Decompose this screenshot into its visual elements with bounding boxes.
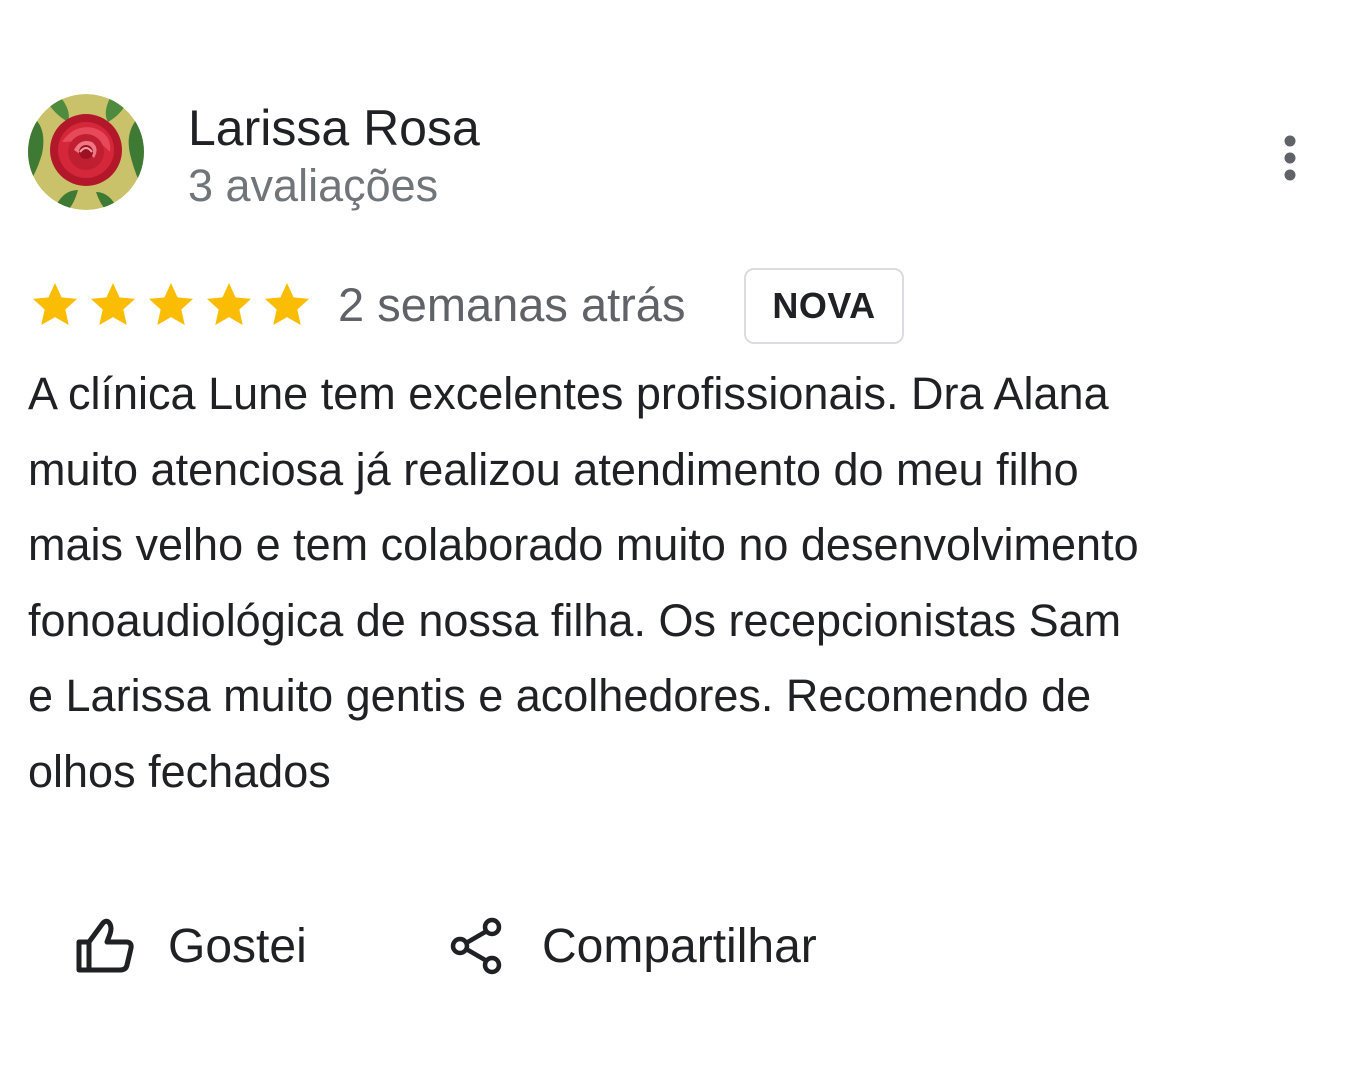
star-icon	[264, 282, 310, 326]
star-rating	[28, 278, 314, 332]
review-text-line: olhos fechados	[28, 745, 331, 797]
share-button[interactable]: Compartilhar	[448, 904, 817, 988]
more-vertical-icon	[1284, 135, 1296, 181]
like-label: Gostei	[168, 919, 307, 973]
review-date: 2 semanas atrás	[338, 278, 686, 331]
star-icon	[32, 282, 78, 326]
review-text-line: fonoaudiológica de nossa filha. Os recep…	[28, 594, 1122, 646]
review-text-line: muito atenciosa já realizou atendimento …	[28, 443, 1079, 495]
author-name[interactable]: Larissa Rosa	[188, 98, 480, 158]
thumbs-up-icon	[76, 918, 134, 973]
review-text: A clínica Lune tem excelentes profission…	[28, 356, 1328, 810]
review-text-line: e Larissa muito gentis e acolhedores. Re…	[28, 670, 1092, 722]
share-icon	[450, 917, 502, 975]
review-text-line: A clínica Lune tem excelentes profission…	[28, 368, 1109, 419]
rose-avatar-icon	[28, 94, 144, 210]
star-icon	[90, 282, 136, 326]
like-button[interactable]: Gostei	[74, 904, 307, 988]
author-review-count: 3 avaliações	[188, 160, 439, 211]
review-text-line: mais velho e tem colaborado muito no des…	[28, 519, 1139, 571]
more-options-button[interactable]	[1262, 126, 1318, 190]
share-label: Compartilhar	[542, 919, 817, 973]
star-icon	[148, 282, 194, 326]
review-card: Larissa Rosa 3 avaliações 2 semanas atrá…	[0, 0, 1350, 1080]
star-icon	[206, 282, 252, 326]
new-badge: NOVA	[744, 268, 904, 344]
avatar[interactable]	[28, 94, 144, 210]
